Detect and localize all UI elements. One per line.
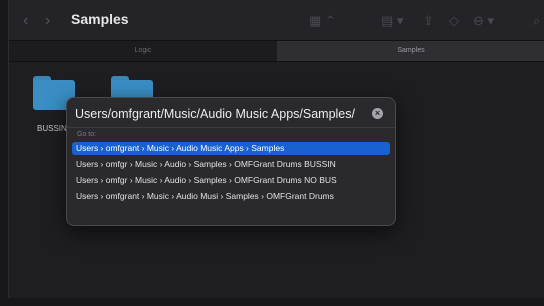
suggestion-item[interactable]: Users › omfgrant › Music › Audio Music A… xyxy=(72,142,390,155)
more-icon[interactable]: ⊖ ▾ xyxy=(473,13,494,29)
share-icon[interactable]: ⇪ xyxy=(423,13,434,29)
path-input[interactable] xyxy=(75,104,367,124)
divider xyxy=(67,127,395,128)
suggestion-item[interactable]: Users › omfgr › Music › Audio › Samples … xyxy=(72,174,390,187)
tab-samples[interactable]: Samples xyxy=(277,41,544,61)
forward-icon[interactable]: › xyxy=(45,12,50,30)
tab-bar: Logic Samples xyxy=(9,41,544,62)
group-icon[interactable]: ▤ ▾ xyxy=(381,13,403,29)
title-bar: ‹ › Samples ▦ ⌃ ▤ ▾ ⇪ ◇ ⊖ ▾ ⌕ xyxy=(9,0,544,41)
suggestion-item[interactable]: Users › omfgrant › Music › Audio Musi › … xyxy=(72,190,390,203)
folder-label: BUSSIN xyxy=(37,124,67,133)
tab-logic[interactable]: Logic xyxy=(9,41,277,61)
clear-icon[interactable]: × xyxy=(372,108,383,119)
suggestion-list: Users › omfgrant › Music › Audio Music A… xyxy=(72,142,390,206)
suggestion-item[interactable]: Users › omfgr › Music › Audio › Samples … xyxy=(72,158,390,171)
tag-icon[interactable]: ◇ xyxy=(449,13,459,29)
go-to-folder-dialog: × Go to: Users › omfgrant › Music › Audi… xyxy=(66,97,396,226)
go-to-label: Go to: xyxy=(77,131,97,138)
search-icon[interactable]: ⌕ xyxy=(533,13,540,29)
window-title: Samples xyxy=(71,11,129,27)
icon-view-icon[interactable]: ▦ ⌃ xyxy=(309,13,336,29)
back-icon[interactable]: ‹ xyxy=(23,12,28,30)
